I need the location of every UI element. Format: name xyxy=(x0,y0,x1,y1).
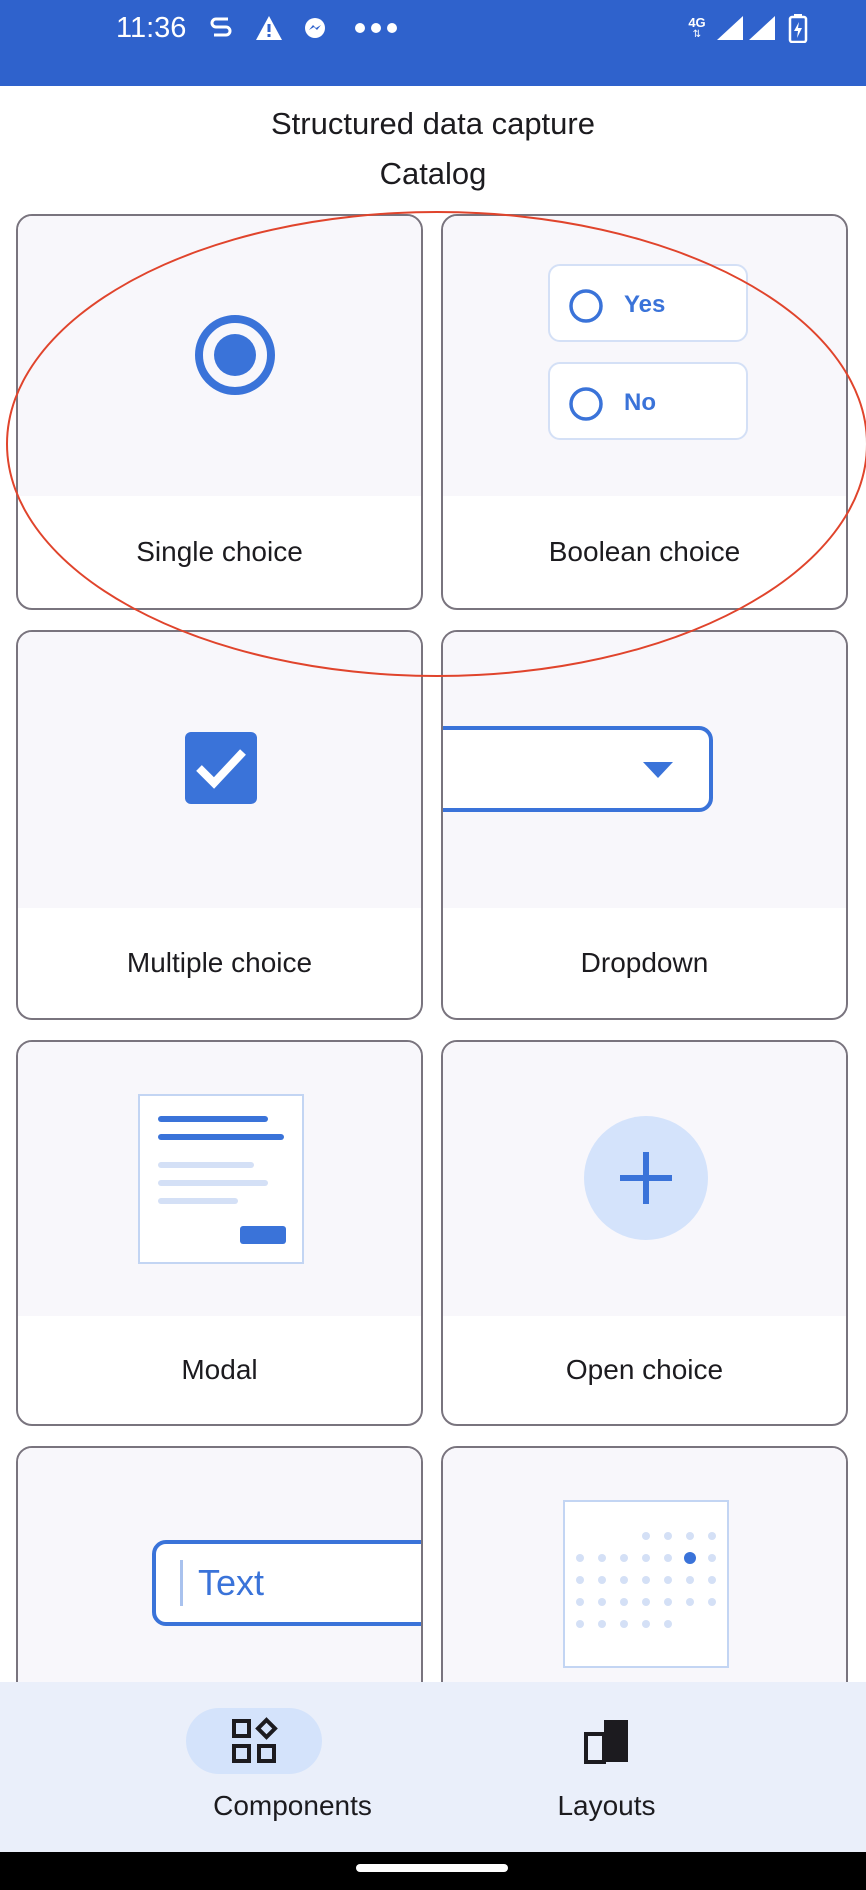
nav-active-indicator xyxy=(186,1708,322,1774)
app-title: Structured data capture xyxy=(271,106,595,141)
checkbox-icon xyxy=(185,732,257,804)
text-field-icon: Text xyxy=(152,1540,421,1626)
component-card-single-choice[interactable]: Single choice xyxy=(16,214,423,610)
modal-icon xyxy=(138,1094,304,1264)
nav-item-layouts[interactable]: Layouts xyxy=(433,1682,866,1852)
add-icon xyxy=(584,1116,708,1240)
card-preview xyxy=(443,1042,846,1316)
signal-icon xyxy=(714,8,746,48)
chevron-down-icon xyxy=(643,762,673,778)
text-field-placeholder: Text xyxy=(198,1562,265,1603)
radio-button-icon xyxy=(195,315,275,395)
sync-s-icon xyxy=(206,8,236,48)
status-time: 11:36 xyxy=(116,12,187,44)
card-preview: Text xyxy=(18,1448,421,1682)
boolean-option-yes: Yes xyxy=(548,264,748,342)
card-label: Single choice xyxy=(136,536,303,567)
component-card-dropdown[interactable]: Dropdown xyxy=(441,630,848,1020)
boolean-option-no: No xyxy=(548,362,748,440)
component-card-open-choice[interactable]: Open choice xyxy=(441,1040,848,1426)
network-label: 4G xyxy=(688,15,706,30)
page-title: Catalog xyxy=(379,156,487,191)
component-card-text[interactable]: Text xyxy=(16,1446,423,1682)
component-card-boolean-choice[interactable]: Yes No Boolean choice xyxy=(441,214,848,610)
slider-grid-icon xyxy=(563,1500,729,1668)
nav-inactive-indicator xyxy=(540,1708,676,1774)
card-label: Modal xyxy=(181,1354,258,1385)
component-card-multiple-choice[interactable]: Multiple choice xyxy=(16,630,423,1020)
nav-label: Layouts xyxy=(557,1790,656,1821)
radio-unchecked-icon xyxy=(569,289,603,323)
card-label: Open choice xyxy=(565,1354,724,1385)
messenger-icon xyxy=(300,8,330,48)
card-label: Multiple choice xyxy=(126,947,313,978)
more-dots-icon xyxy=(352,8,400,48)
bottom-navigation: Components Layouts xyxy=(0,1682,866,1852)
signal-icon xyxy=(746,8,778,48)
card-preview xyxy=(18,1042,421,1316)
dropdown-icon xyxy=(443,726,713,812)
component-card-grid[interactable] xyxy=(441,1446,848,1682)
option-label: No xyxy=(624,389,656,416)
radio-unchecked-icon xyxy=(569,387,603,421)
card-label: Boolean choice xyxy=(548,536,741,567)
gesture-bar xyxy=(0,1852,866,1890)
component-grid[interactable]: Single choice Yes No Boolean choice Mult… xyxy=(0,196,866,1682)
card-preview xyxy=(443,1448,846,1682)
option-label: Yes xyxy=(624,291,666,318)
card-preview xyxy=(443,632,846,908)
card-preview xyxy=(18,216,421,496)
alert-icon xyxy=(252,8,286,48)
card-label: Dropdown xyxy=(580,947,709,978)
home-gesture-handle[interactable] xyxy=(356,1864,508,1872)
status-bar: 11:36 4G ⇅ xyxy=(0,0,866,86)
layouts-icon xyxy=(584,1720,628,1764)
component-card-modal[interactable]: Modal xyxy=(16,1040,423,1426)
top-app-bar: Structured data capture Catalog xyxy=(0,86,866,196)
battery-icon xyxy=(784,8,812,48)
nav-item-components[interactable]: Components xyxy=(36,1682,469,1852)
boolean-choice-icon: Yes No xyxy=(443,216,846,496)
components-icon xyxy=(232,1717,278,1763)
network-type-icon: 4G ⇅ xyxy=(688,15,706,40)
card-preview xyxy=(18,632,421,908)
